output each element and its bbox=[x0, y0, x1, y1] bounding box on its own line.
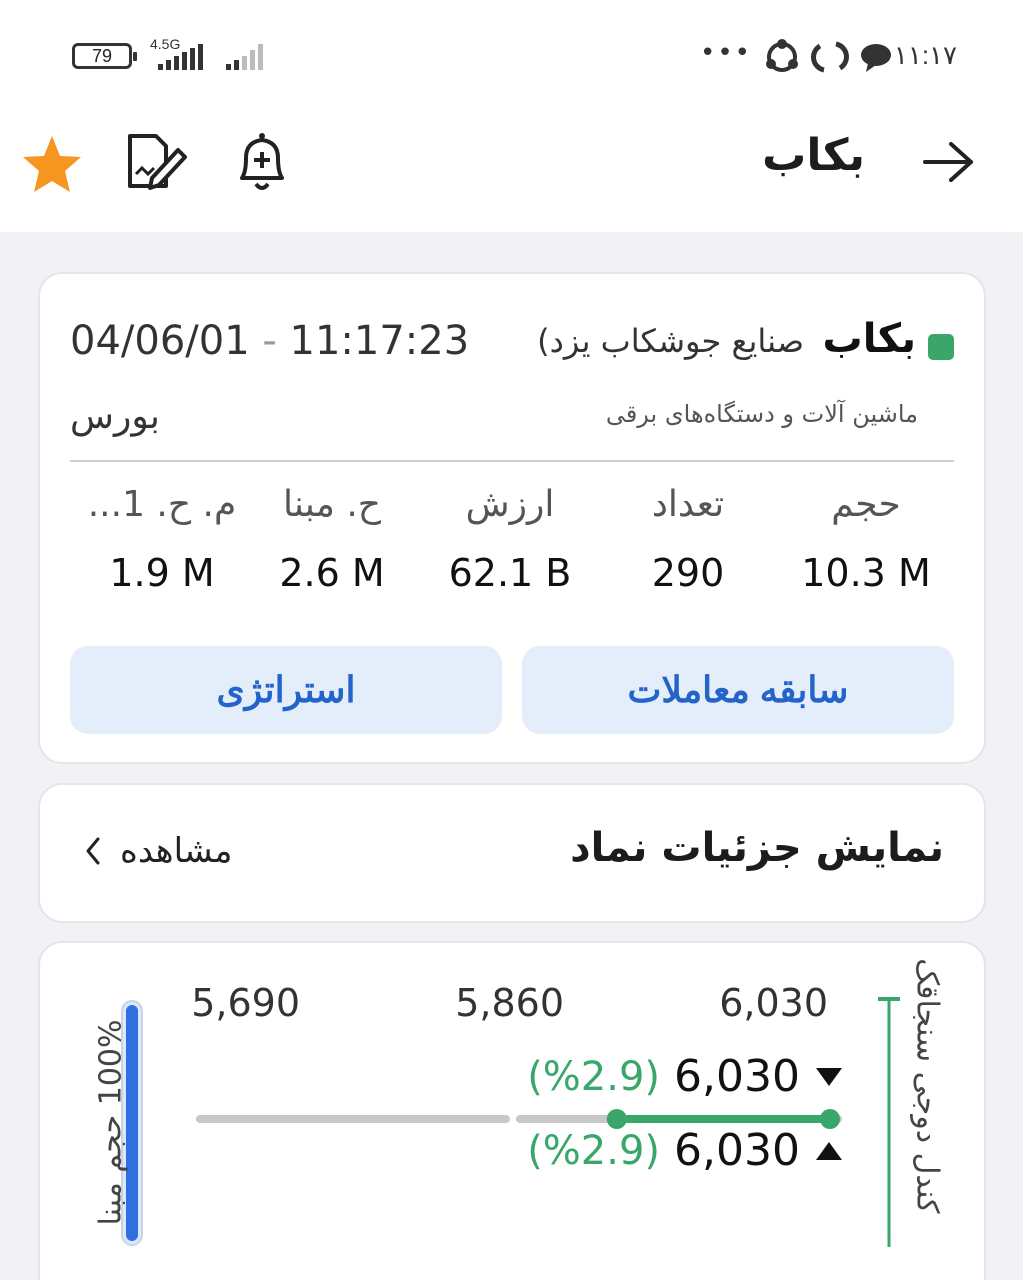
update-time: 11:17:23 bbox=[289, 318, 470, 364]
stat-count: تعداد 290 bbox=[608, 484, 768, 595]
page-title: بکاب bbox=[762, 130, 865, 181]
strategy-button[interactable]: استراتژی bbox=[70, 646, 502, 734]
price-tick-high: 6,030 bbox=[719, 981, 828, 1025]
document-edit-icon[interactable] bbox=[122, 128, 190, 196]
price-range-card: کندل دوجی سنجاقک 6,030 5,860 5,690 (%2.9… bbox=[38, 941, 986, 1280]
symbol-market: بورس bbox=[70, 396, 160, 437]
price-tick-low: 5,690 bbox=[191, 981, 300, 1025]
high-price-row: (%2.9) 6,030 bbox=[527, 1051, 844, 1102]
base-volume-label: 100% حجم مبنا bbox=[93, 1019, 129, 1226]
view-label: مشاهده bbox=[120, 831, 233, 871]
back-arrow-icon[interactable] bbox=[921, 140, 977, 184]
triangle-down-icon bbox=[816, 1067, 842, 1086]
status-bar: 79 4.5G ••• ۱۱:۱۷ bbox=[0, 0, 1023, 110]
symbol-details-card[interactable]: نمایش جزئیات نماد مشاهده bbox=[38, 783, 986, 923]
signal-strength-icon bbox=[158, 44, 203, 70]
stat-label: م. ح. 1... bbox=[87, 484, 237, 525]
price-tick-mid: 5,860 bbox=[455, 981, 564, 1025]
clock: ۱۱:۱۷ bbox=[893, 40, 957, 70]
stat-value: 1.9 M bbox=[109, 551, 215, 595]
stat-volume: حجم 10.3 M bbox=[786, 484, 946, 595]
status-indicator bbox=[928, 334, 954, 360]
app-bar: بکاب bbox=[0, 110, 1023, 232]
low-price-percent: (%2.9) bbox=[527, 1127, 661, 1174]
trade-history-button[interactable]: سابقه معاملات bbox=[522, 646, 954, 734]
star-icon[interactable] bbox=[20, 132, 84, 196]
update-date: 04/06/01 bbox=[70, 318, 250, 364]
stat-value: 2.6 M bbox=[279, 551, 385, 595]
stat-label: تعداد bbox=[651, 484, 725, 525]
triangle-up-icon bbox=[816, 1141, 842, 1160]
sync-circle-icon bbox=[766, 39, 798, 72]
message-icon bbox=[861, 44, 891, 72]
low-price-value: 6,030 bbox=[674, 1125, 800, 1176]
candle-indicator bbox=[878, 997, 900, 1247]
stat-avg-volume: م. ح. 1... 1.9 M bbox=[82, 484, 242, 595]
details-title: نمایش جزئیات نماد bbox=[570, 825, 944, 871]
more-notifications-icon: ••• bbox=[700, 38, 753, 68]
stat-value: 62.1 B bbox=[448, 551, 572, 595]
last-update-datetime: 04/06/01 - 11:17:23 bbox=[70, 318, 469, 364]
divider bbox=[70, 460, 954, 462]
high-price-value: 6,030 bbox=[674, 1051, 800, 1102]
signal-strength-2-icon bbox=[226, 44, 263, 70]
stat-label: حجم bbox=[831, 484, 901, 525]
symbol-summary-card: بکاب صنایع جوشکاب یزد) 04/06/01 - 11:17:… bbox=[38, 272, 986, 764]
candle-pattern-label: کندل دوجی سنجاقک bbox=[909, 958, 945, 1214]
datetime-separator: - bbox=[262, 318, 277, 364]
stat-base-volume: ح. مبنا 2.6 M bbox=[252, 484, 412, 595]
symbol-ticker: بکاب bbox=[822, 316, 917, 362]
stat-value-traded: ارزش 62.1 B bbox=[430, 484, 590, 595]
symbol-industry: ماشین آلات و دستگاه‌های برقی bbox=[605, 400, 918, 428]
stat-label: ح. مبنا bbox=[282, 484, 382, 525]
stat-value: 290 bbox=[651, 551, 725, 595]
low-price-row: (%2.9) 6,030 bbox=[527, 1125, 844, 1176]
bell-plus-icon[interactable] bbox=[230, 128, 294, 198]
refresh-icon bbox=[811, 41, 849, 73]
symbol-company: صنایع جوشکاب یزد) bbox=[537, 322, 804, 360]
view-details-link[interactable]: مشاهده bbox=[84, 831, 233, 871]
range-fill bbox=[616, 1115, 830, 1123]
battery-indicator: 79 bbox=[72, 43, 137, 69]
chevron-left-icon bbox=[86, 837, 100, 865]
high-price-percent: (%2.9) bbox=[527, 1053, 661, 1100]
stat-label: ارزش bbox=[465, 484, 555, 525]
stat-value: 10.3 M bbox=[801, 551, 931, 595]
